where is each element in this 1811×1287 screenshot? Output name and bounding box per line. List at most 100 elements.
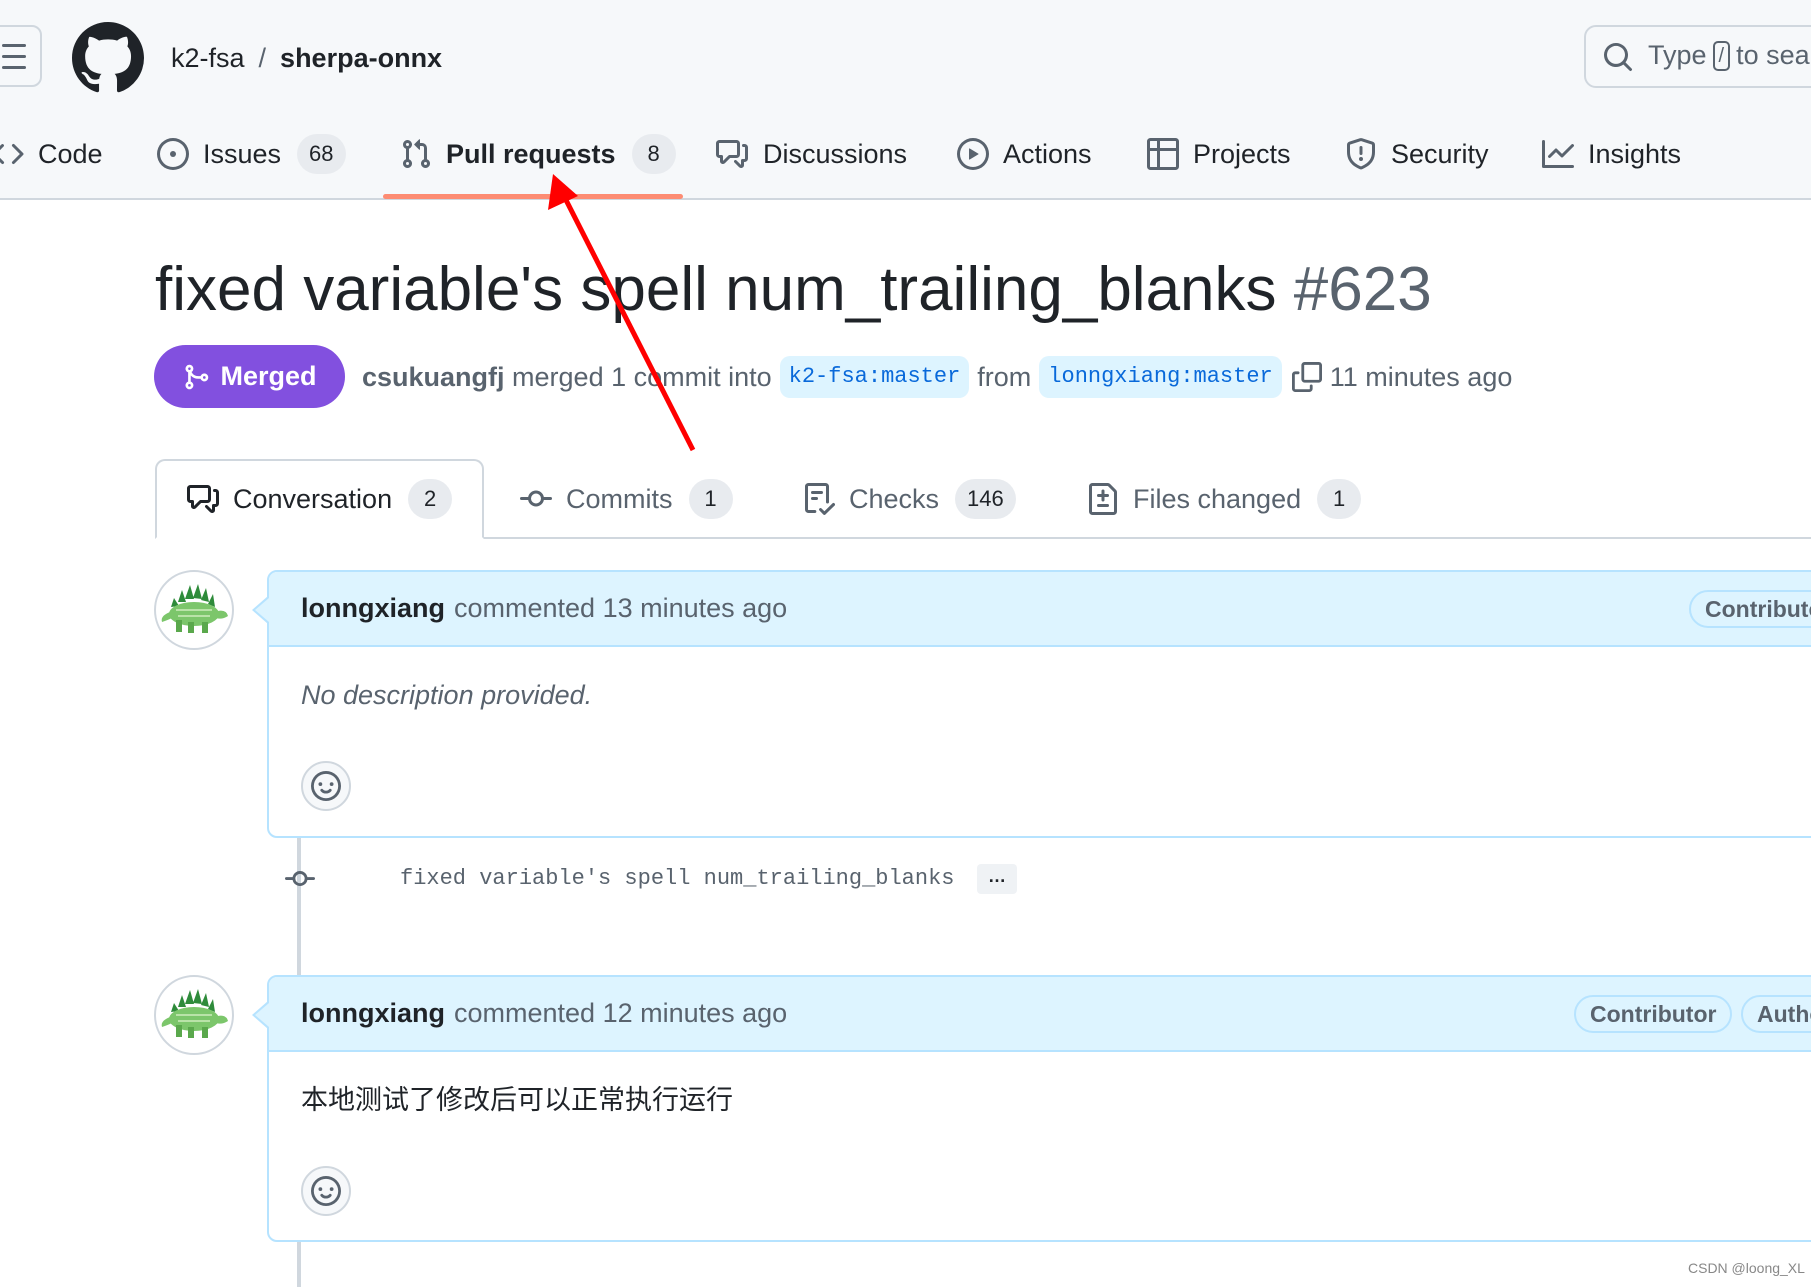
comment-author-link[interactable]: lonngxiang xyxy=(301,998,445,1029)
tab-count: 1 xyxy=(688,479,733,519)
comment-body: 本地测试了修改后可以正常执行运行 xyxy=(269,1052,1811,1216)
nav-label: Security xyxy=(1391,138,1489,169)
stegosaurus-avatar-icon xyxy=(161,584,228,633)
menu-button[interactable] xyxy=(0,25,42,87)
stegosaurus-avatar-icon xyxy=(161,989,228,1038)
shield-icon xyxy=(1347,138,1375,170)
comment-discussion-icon xyxy=(187,485,219,513)
tab-files-changed[interactable]: Files changed 1 xyxy=(1087,459,1362,539)
search-shortcut-key: / xyxy=(1712,41,1731,71)
tab-count: 2 xyxy=(408,479,453,519)
comment-text: 本地测试了修改后可以正常执行运行 xyxy=(301,1085,733,1115)
comment-discussion-icon xyxy=(716,140,748,168)
repo-name-link[interactable]: sherpa-onnx xyxy=(280,43,442,73)
pr-number: #623 xyxy=(1293,255,1432,324)
nav-label: Actions xyxy=(1003,138,1092,169)
timeline-line-segment xyxy=(297,837,301,867)
commit-message-link[interactable]: fixed variable's spell num_trailing_blan… xyxy=(400,862,955,896)
repo-owner-link[interactable]: k2-fsa xyxy=(171,43,245,73)
comment-author-link[interactable]: lonngxiang xyxy=(301,593,445,624)
nav-tab-actions[interactable]: Actions xyxy=(957,130,1092,178)
checklist-icon xyxy=(805,483,835,515)
issue-opened-icon xyxy=(157,138,189,170)
nav-label: Discussions xyxy=(763,138,908,169)
tab-checks[interactable]: Checks 146 xyxy=(803,459,1016,539)
breadcrumb: k2-fsa / sherpa-onnx xyxy=(171,40,442,76)
pull-requests-count-badge: 8 xyxy=(631,134,676,174)
add-reaction-button[interactable] xyxy=(301,1166,351,1216)
add-reaction-button[interactable] xyxy=(301,761,351,811)
contributor-label: Contributor xyxy=(1574,995,1733,1033)
repo-header: k2-fsa/sherpa-onnx Type/to search Code I… xyxy=(0,0,1811,200)
code-icon xyxy=(0,143,24,165)
comment-text: No description provided. xyxy=(301,680,593,710)
hamburger-icon-bar xyxy=(2,55,26,58)
comment-timestamp[interactable]: commented 13 minutes ago xyxy=(454,593,787,624)
issues-count-badge: 68 xyxy=(297,134,346,174)
comment-pointer-fill xyxy=(255,598,269,622)
tab-commits[interactable]: Commits 1 xyxy=(520,459,733,539)
tab-conversation[interactable]: Conversation 2 xyxy=(155,459,485,539)
comment: lonngxiang commented 12 minutes ago Cont… xyxy=(252,975,1811,1242)
search-icon xyxy=(1604,43,1632,71)
merge-text: merged 1 commit into xyxy=(512,362,772,392)
watermark: CSDN @loong_XL xyxy=(1688,1260,1805,1276)
tab-count: 1 xyxy=(1317,479,1362,519)
smiley-icon xyxy=(311,771,341,801)
head-branch-link[interactable]: lonngxiang:master xyxy=(1039,356,1282,398)
tab-label: Checks xyxy=(849,483,940,514)
git-commit-icon xyxy=(285,871,315,887)
merged-time: 11 minutes ago xyxy=(1329,362,1513,392)
merged-state-badge: Merged xyxy=(154,345,345,408)
table-icon xyxy=(1147,138,1179,170)
git-merge-icon xyxy=(185,364,209,389)
git-commit-icon xyxy=(520,490,552,507)
comment-header: lonngxiang commented 12 minutes ago Cont… xyxy=(252,977,1811,1052)
nav-label: Code xyxy=(38,138,103,169)
nav-tab-projects[interactable]: Projects xyxy=(1147,130,1291,178)
base-branch-link[interactable]: k2-fsa:master xyxy=(779,356,970,398)
hamburger-icon-bar xyxy=(2,66,26,69)
expand-commit-button[interactable]: … xyxy=(977,864,1017,894)
active-tab-indicator xyxy=(383,194,683,199)
search-placeholder-suffix: to search xyxy=(1736,40,1811,70)
nav-label: Projects xyxy=(1193,138,1291,169)
avatar[interactable] xyxy=(154,975,234,1055)
nav-label: Issues xyxy=(203,138,282,169)
nav-tab-security[interactable]: Security xyxy=(1345,130,1489,178)
github-logo-icon[interactable] xyxy=(72,22,144,94)
merged-by-link[interactable]: csukuangfj xyxy=(362,355,505,399)
search-placeholder-prefix: Type xyxy=(1648,40,1707,70)
search-placeholder: Type/to search xyxy=(1648,40,1811,71)
comment: lonngxiang commented 13 minutes ago Cont… xyxy=(252,570,1811,838)
pr-title: fixed variable's spell num_trailing_blan… xyxy=(155,250,1432,330)
play-icon xyxy=(957,138,989,170)
comment-timestamp[interactable]: commented 12 minutes ago xyxy=(454,998,787,1029)
graph-icon xyxy=(1542,140,1574,168)
nav-tab-discussions[interactable]: Discussions xyxy=(715,130,907,178)
pr-title-text: fixed variable's spell num_trailing_blan… xyxy=(155,255,1277,324)
nav-label: Insights xyxy=(1588,138,1682,169)
breadcrumb-separator: / xyxy=(258,43,267,73)
search-input[interactable]: Type/to search xyxy=(1584,25,1811,88)
contributor-label: Contributor xyxy=(1689,590,1811,628)
nav-tab-insights[interactable]: Insights xyxy=(1542,130,1681,178)
comment-body: No description provided. xyxy=(269,647,1811,811)
tab-label: Conversation xyxy=(233,483,393,514)
comment-pointer-fill xyxy=(255,1003,269,1027)
pr-meta: csukuangfj merged 1 commit into k2-fsa:m… xyxy=(362,355,1512,399)
comment-header: lonngxiang commented 13 minutes ago Cont… xyxy=(252,572,1811,647)
merged-label: Merged xyxy=(220,361,317,391)
pr-tabs: Conversation 2 Commits 1 Checks 146 File… xyxy=(155,459,1811,539)
nav-tab-issues[interactable]: Issues 68 xyxy=(157,130,346,178)
hamburger-icon xyxy=(2,44,26,47)
smiley-icon xyxy=(311,1176,341,1206)
nav-tab-pull-requests[interactable]: Pull requests 8 xyxy=(400,130,676,178)
copy-icon[interactable] xyxy=(1291,362,1322,392)
avatar[interactable] xyxy=(154,570,234,650)
tab-count: 146 xyxy=(955,479,1016,519)
tab-label: Commits xyxy=(566,483,673,514)
nav-tab-code[interactable]: Code xyxy=(0,130,103,178)
git-pull-request-icon xyxy=(402,139,431,169)
author-label: Author xyxy=(1741,995,1811,1033)
